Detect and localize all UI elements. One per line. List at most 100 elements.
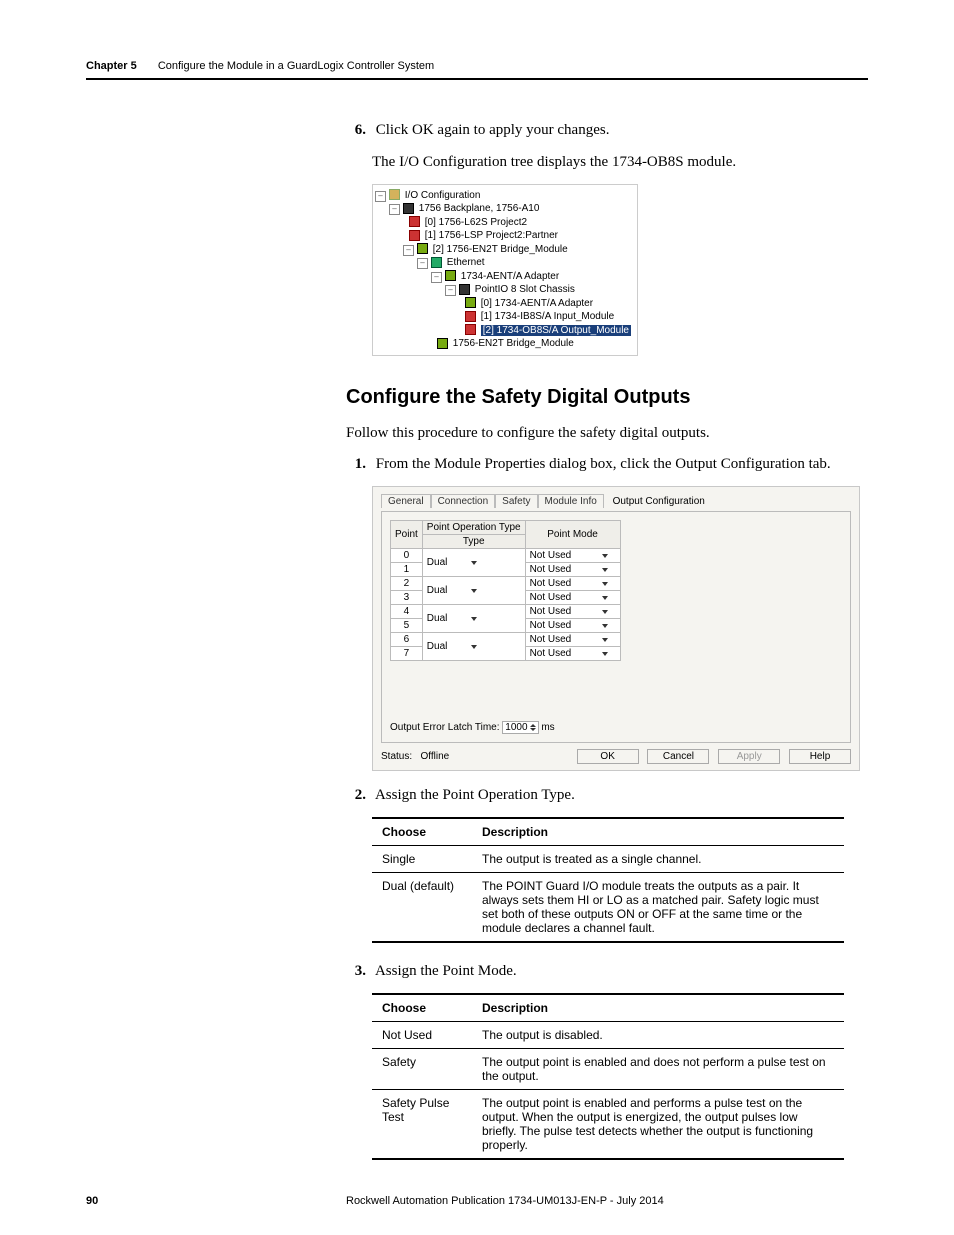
page-footer: 90 Rockwell Automation Publication 1734-… [86, 1195, 868, 1207]
latch-label: Output Error Latch Time: [390, 722, 500, 733]
point-number: 1 [391, 563, 423, 577]
table-cell-description: The POINT Guard I/O module treats the ou… [472, 872, 844, 942]
chevron-down-icon [602, 596, 608, 600]
latch-value: 1000 [505, 722, 527, 733]
tree-node-selected[interactable]: [2] 1734-OB8S/A Output_Module [481, 325, 631, 336]
col-mode: Point Mode [525, 521, 620, 549]
page-header: Chapter 5 Configure the Module in a Guar… [86, 56, 868, 80]
folder-icon [389, 189, 400, 200]
list-number: 2. [346, 785, 366, 807]
table-header: Choose [372, 994, 472, 1022]
step-3: 3. Assign the Point Mode. [346, 961, 868, 983]
table-header: Choose [372, 818, 472, 846]
step-text: Assign the Point Operation Type. [375, 787, 575, 803]
tree-node[interactable]: 1734-AENT/A Adapter [461, 271, 559, 282]
collapse-icon[interactable]: – [375, 191, 386, 202]
tree-node[interactable]: Ethernet [447, 257, 485, 268]
spinner-up-icon[interactable] [530, 724, 536, 727]
collapse-icon[interactable]: – [445, 285, 456, 296]
section-heading: Configure the Safety Digital Outputs [346, 386, 868, 409]
tab-strip: GeneralConnectionSafetyModule Info Outpu… [381, 493, 851, 511]
point-mode-cell[interactable]: Not Used [525, 577, 620, 591]
point-mode-cell[interactable]: Not Used [525, 563, 620, 577]
chevron-down-icon [602, 652, 608, 656]
module-icon [437, 338, 448, 349]
tree-root[interactable]: I/O Configuration [405, 190, 481, 201]
chevron-down-icon [471, 645, 477, 649]
point-mode-cell[interactable]: Not Used [525, 633, 620, 647]
chevron-down-icon [602, 554, 608, 558]
step-text: From the Module Properties dialog box, c… [376, 456, 831, 472]
step-2: 2. Assign the Point Operation Type. [346, 785, 868, 807]
section-intro: Follow this procedure to configure the s… [346, 423, 868, 445]
step-6: 6. Click OK again to apply your changes. [346, 120, 868, 142]
point-mode-cell[interactable]: Not Used [525, 605, 620, 619]
module-icon [409, 216, 420, 227]
list-number: 3. [346, 961, 366, 983]
list-number: 1. [346, 454, 366, 476]
list-number: 6. [346, 120, 366, 142]
table-cell-description: The output is disabled. [472, 1021, 844, 1048]
point-mode-cell[interactable]: Not Used [525, 647, 620, 661]
col-optype: Point Operation Type [422, 521, 525, 535]
chevron-down-icon [471, 561, 477, 565]
module-properties-dialog: GeneralConnectionSafetyModule Info Outpu… [372, 486, 860, 771]
chevron-down-icon [602, 624, 608, 628]
step-1: 1. From the Module Properties dialog box… [346, 454, 868, 476]
point-number: 2 [391, 577, 423, 591]
collapse-icon[interactable]: – [431, 272, 442, 283]
point-mode-cell[interactable]: Not Used [525, 549, 620, 563]
chapter-title: Configure the Module in a GuardLogix Con… [158, 60, 434, 72]
module-icon [409, 230, 420, 241]
step-text: Click OK again to apply your changes. [376, 122, 610, 138]
module-icon [417, 243, 428, 254]
chapter-number: Chapter 5 [86, 60, 137, 72]
point-mode-table: ChooseDescription Not UsedThe output is … [372, 993, 844, 1160]
page-number: 90 [86, 1195, 346, 1207]
status-label: Status: [381, 751, 412, 762]
point-operation-type-cell[interactable]: Dual [422, 577, 525, 605]
cancel-button[interactable]: Cancel [647, 749, 709, 764]
output-config-table: Point Point Operation Type Point Mode Ty… [390, 520, 621, 661]
latch-time-row: Output Error Latch Time: 1000 ms [390, 721, 842, 734]
collapse-icon[interactable]: – [403, 245, 414, 256]
apply-button[interactable]: Apply [718, 749, 780, 764]
point-mode-cell[interactable]: Not Used [525, 619, 620, 633]
point-mode-cell[interactable]: Not Used [525, 591, 620, 605]
tab-safety[interactable]: Safety [495, 494, 537, 508]
tree-node[interactable]: [1] 1734-IB8S/A Input_Module [481, 311, 614, 322]
chevron-down-icon [602, 582, 608, 586]
table-cell-choose: Not Used [372, 1021, 472, 1048]
module-icon [445, 270, 456, 281]
help-button[interactable]: Help [789, 749, 851, 764]
collapse-icon[interactable]: – [389, 204, 400, 215]
tree-node[interactable]: [1] 1756-LSP Project2:Partner [425, 230, 558, 241]
point-operation-type-cell[interactable]: Dual [422, 605, 525, 633]
tree-node[interactable]: [0] 1756-L62S Project2 [425, 217, 527, 228]
latch-time-input[interactable]: 1000 [502, 721, 538, 734]
tree-node[interactable]: [2] 1756-EN2T Bridge_Module [433, 244, 568, 255]
point-number: 7 [391, 647, 423, 661]
tab-module-info[interactable]: Module Info [538, 494, 604, 508]
module-icon [465, 324, 476, 335]
latch-unit: ms [541, 722, 554, 733]
table-header: Description [472, 818, 844, 846]
tab-connection[interactable]: Connection [431, 494, 496, 508]
io-config-tree[interactable]: – I/O Configuration – 1756 Backplane, 17… [372, 184, 638, 356]
tree-node[interactable]: [0] 1734-AENT/A Adapter [481, 298, 593, 309]
chevron-down-icon [602, 610, 608, 614]
tree-node[interactable]: PointIO 8 Slot Chassis [475, 284, 575, 295]
table-cell-description: The output is treated as a single channe… [472, 845, 844, 872]
point-number: 3 [391, 591, 423, 605]
ok-button[interactable]: OK [577, 749, 639, 764]
step-text: Assign the Point Mode. [375, 963, 517, 979]
tab-general[interactable]: General [381, 494, 431, 508]
point-operation-type-cell[interactable]: Dual [422, 633, 525, 661]
tree-node[interactable]: 1756-EN2T Bridge_Module [453, 338, 574, 349]
chassis-icon [459, 284, 470, 295]
spinner-down-icon[interactable] [530, 728, 536, 731]
tree-node[interactable]: 1756 Backplane, 1756-A10 [419, 203, 540, 214]
collapse-icon[interactable]: – [417, 258, 428, 269]
tab-output-configuration[interactable]: Output Configuration [607, 495, 711, 508]
point-operation-type-cell[interactable]: Dual [422, 549, 525, 577]
